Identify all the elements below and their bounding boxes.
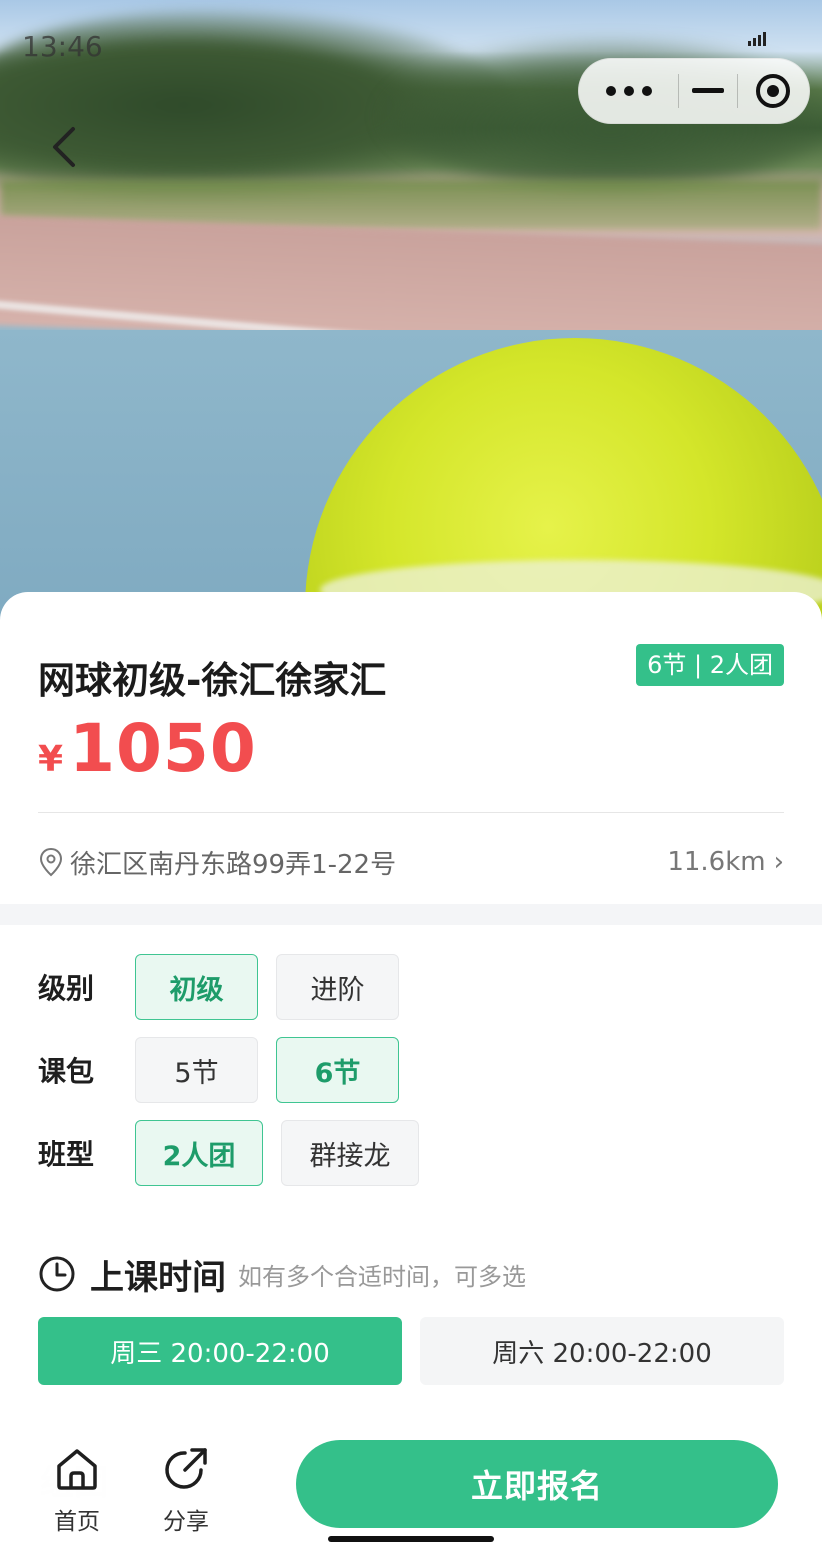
course-info-card: 网球初级-徐汇徐家汇 6节 | 2人团 ¥ 1050 徐汇区南丹东路99弄1-2… [0,592,822,904]
package-label: 课包 [38,1055,95,1088]
schedule-title: 上课时间 [90,1257,226,1298]
home-tab[interactable]: 首页 [37,1446,117,1536]
signal-icon [748,30,770,46]
class-type-label: 班型 [38,1138,95,1171]
address-text: 徐汇区南丹东路99弄1-22号 [70,849,397,880]
time-slot-saturday[interactable]: 周六 20:00-22:00 [420,1317,784,1385]
more-dots-icon [605,86,652,96]
schedule-hint: 如有多个合适时间，可多选 [238,1262,526,1291]
back-button[interactable] [44,124,84,170]
package-badge: 6节 | 2人团 [636,644,784,686]
package-option-5[interactable]: 5节 [135,1037,258,1103]
mini-program-capsule [578,58,810,124]
price: ¥ 1050 [38,710,257,787]
enroll-button[interactable]: 立即报名 [296,1440,778,1528]
course-title: 网球初级-徐汇徐家汇 [38,659,387,702]
location-pin-icon [39,847,63,877]
level-option-advanced[interactable]: 进阶 [276,954,399,1020]
package-option-6[interactable]: 6节 [276,1037,399,1103]
share-icon [165,1448,207,1489]
status-time: 13:46 [22,30,103,63]
home-icon [57,1449,97,1490]
price-value: 1050 [69,710,257,787]
target-icon [756,74,791,108]
home-indicator [328,1536,494,1542]
more-button[interactable] [579,59,678,123]
schedule-header: 上课时间 如有多个合适时间，可多选 [38,1251,526,1298]
back-arrow-icon [53,127,75,167]
level-row: 级别 初级 进阶 [38,954,417,1020]
home-label: 首页 [54,1509,100,1535]
share-tab[interactable]: 分享 [146,1446,226,1536]
clock-icon [39,1256,75,1292]
minimize-button[interactable] [679,59,737,123]
currency-symbol: ¥ [38,739,64,780]
chevron-right-icon: › [773,847,784,877]
distance-text: 11.6km [667,847,766,877]
close-button[interactable] [738,59,809,123]
class-type-option-group[interactable]: 群接龙 [281,1120,419,1186]
minimize-icon [691,88,724,93]
class-type-row: 班型 2人团 群接龙 [38,1120,437,1186]
time-slot-wednesday[interactable]: 周三 20:00-22:00 [38,1317,402,1385]
package-row: 课包 5节 6节 [38,1037,417,1103]
bottom-action-bar: 首页 分享 立即报名 [0,1418,822,1550]
share-label: 分享 [163,1509,209,1535]
divider [38,812,784,813]
level-label: 级别 [38,972,95,1005]
address-row[interactable]: 徐汇区南丹东路99弄1-22号 11.6km › [38,836,784,888]
class-type-option-duo[interactable]: 2人团 [135,1120,263,1186]
level-option-beginner[interactable]: 初级 [135,954,258,1020]
